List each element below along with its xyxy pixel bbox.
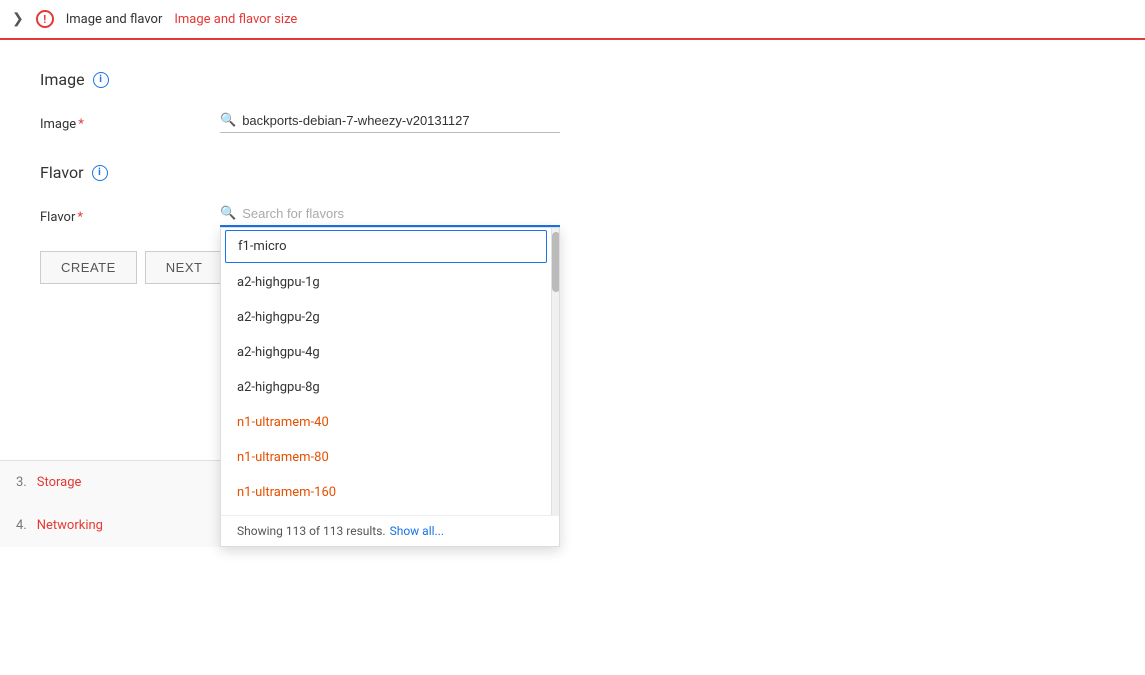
flavor-list-item[interactable]: n1-ultramem-80 bbox=[221, 440, 551, 475]
flavor-search-box[interactable]: 🔍 bbox=[220, 202, 560, 227]
flavor-required-star: * bbox=[77, 210, 83, 225]
flavor-list-item[interactable]: f1-micro bbox=[225, 230, 547, 263]
next-button[interactable]: NEXT bbox=[145, 251, 224, 284]
top-bar-title: Image and flavor bbox=[66, 12, 163, 27]
flavor-search-input[interactable] bbox=[242, 206, 560, 221]
flavor-section-title: Flavor bbox=[40, 163, 84, 182]
image-section-heading: Image i bbox=[40, 70, 1105, 89]
image-search-icon: 🔍 bbox=[220, 113, 236, 128]
flavor-list-item[interactable]: a2-highgpu-2g bbox=[221, 300, 551, 335]
image-field-label: Image* bbox=[40, 109, 200, 132]
sidebar-steps: 3. Storage 4. Networking bbox=[0, 460, 230, 547]
step4-num: 4. bbox=[16, 518, 27, 533]
image-info-icon[interactable]: i bbox=[93, 72, 109, 88]
image-section-title: Image bbox=[40, 70, 85, 89]
flavor-dropdown-inner: f1-microa2-highgpu-1ga2-highgpu-2ga2-hig… bbox=[221, 228, 559, 515]
create-button[interactable]: CREATE bbox=[40, 251, 137, 284]
footer-count-text: Showing 113 of 113 results. bbox=[237, 524, 386, 538]
error-icon: ! bbox=[36, 10, 54, 28]
image-input[interactable] bbox=[242, 113, 560, 128]
step3-label: Storage bbox=[37, 475, 82, 490]
flavor-form-row: Flavor* 🔍 f1-microa2-highgpu-1ga2-highgp… bbox=[40, 202, 1105, 227]
flavor-input-wrapper: 🔍 f1-microa2-highgpu-1ga2-highgpu-2ga2-h… bbox=[220, 202, 560, 227]
flavor-list-item[interactable]: a2-highgpu-1g bbox=[221, 265, 551, 300]
button-row: CREATE NEXT C bbox=[40, 251, 1105, 284]
chevron-down-icon[interactable]: ❯ bbox=[12, 11, 24, 27]
image-input-wrapper[interactable]: 🔍 bbox=[220, 109, 560, 133]
top-bar-subtitle: Image and flavor size bbox=[174, 12, 297, 27]
flavor-section-heading: Flavor i bbox=[40, 163, 1105, 182]
flavor-list: f1-microa2-highgpu-1ga2-highgpu-2ga2-hig… bbox=[221, 228, 551, 515]
step4-label: Networking bbox=[37, 518, 103, 533]
dropdown-footer: Showing 113 of 113 results. Show all... bbox=[221, 515, 559, 546]
main-layout: Image i Image* 🔍 Flavor i Flavor* bbox=[0, 40, 1145, 675]
flavor-list-item[interactable]: n1-ultramem-40 bbox=[221, 405, 551, 440]
flavor-list-item[interactable]: n1-ultramem-160 bbox=[221, 475, 551, 510]
show-all-link[interactable]: Show all... bbox=[390, 524, 444, 538]
scrollbar-track[interactable] bbox=[551, 228, 559, 515]
top-bar: ❯ ! Image and flavor Image and flavor si… bbox=[0, 0, 1145, 40]
sidebar-step-storage[interactable]: 3. Storage bbox=[0, 461, 229, 504]
scrollbar-thumb bbox=[552, 232, 559, 292]
content-area: Image i Image* 🔍 Flavor i Flavor* bbox=[0, 40, 1145, 675]
image-required-star: * bbox=[78, 117, 84, 132]
flavor-list-item[interactable]: a2-highgpu-8g bbox=[221, 370, 551, 405]
sidebar-step-networking[interactable]: 4. Networking bbox=[0, 504, 229, 547]
flavor-field-label: Flavor* bbox=[40, 202, 200, 225]
flavor-search-icon: 🔍 bbox=[220, 206, 236, 221]
flavor-list-item[interactable]: a2-highgpu-4g bbox=[221, 335, 551, 370]
step3-num: 3. bbox=[16, 475, 27, 490]
flavor-info-icon[interactable]: i bbox=[92, 165, 108, 181]
image-form-row: Image* 🔍 bbox=[40, 109, 1105, 133]
flavor-dropdown: f1-microa2-highgpu-1ga2-highgpu-2ga2-hig… bbox=[220, 227, 560, 547]
